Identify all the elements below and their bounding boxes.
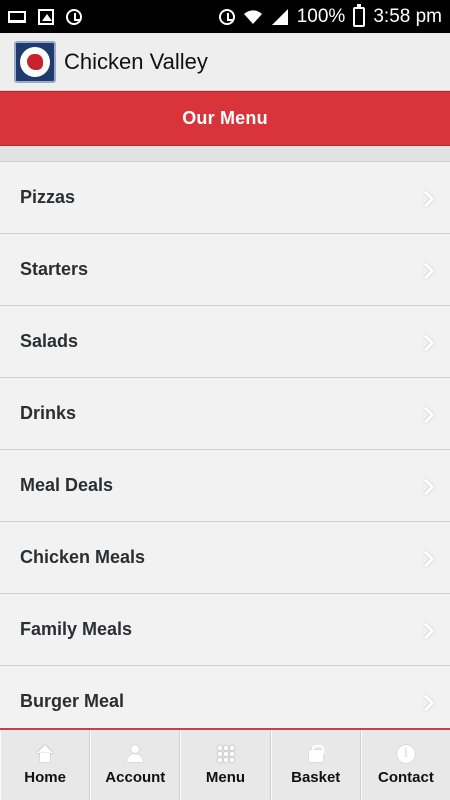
menu-category-list: Pizzas Starters Salads Drinks Meal Deals… [0, 162, 450, 728]
menu-item-label: Starters [20, 259, 89, 279]
chevron-right-icon [420, 405, 432, 423]
chevron-right-icon [420, 261, 432, 279]
page-header: Our Menu [0, 91, 450, 146]
clock: 3:58 pm [373, 5, 442, 27]
wifi-icon [243, 9, 262, 24]
app-logo [14, 40, 56, 83]
status-bar: 100% 3:58 pm [0, 0, 450, 33]
chevron-right-icon [420, 333, 432, 351]
signal-icon [271, 8, 288, 25]
nav-label: Account [105, 768, 166, 786]
menu-item-label: Chicken Meals [20, 547, 146, 567]
chevron-right-icon [420, 477, 432, 495]
menu-item-label: Family Meals [20, 619, 133, 639]
menu-item-label: Pizzas [20, 187, 76, 207]
chevron-right-icon [420, 621, 432, 639]
divider [0, 146, 450, 162]
home-icon [36, 745, 54, 763]
laptop-icon [8, 10, 26, 23]
menu-item-label: Salads [20, 331, 79, 351]
menu-item-salads[interactable]: Salads [0, 306, 450, 378]
page-title: Our Menu [182, 108, 268, 128]
menu-item-burger-meal[interactable]: Burger Meal [0, 666, 450, 728]
nav-basket[interactable]: Basket [270, 730, 361, 800]
chevron-right-icon [420, 693, 432, 711]
menu-item-meal-deals[interactable]: Meal Deals [0, 450, 450, 522]
chevron-right-icon [420, 189, 432, 207]
chevron-right-icon [420, 549, 432, 567]
battery-icon [353, 3, 366, 27]
menu-item-pizzas[interactable]: Pizzas [0, 162, 450, 234]
menu-item-label: Meal Deals [20, 475, 114, 495]
user-icon [126, 744, 144, 763]
basket-icon [307, 744, 325, 763]
alarm-icon [66, 8, 82, 25]
app-title: Chicken Valley [64, 48, 208, 74]
app-bar: Chicken Valley [0, 33, 450, 91]
nav-account[interactable]: Account [90, 730, 181, 800]
bottom-nav: Home Account Menu Basket Contact [0, 728, 450, 800]
menu-item-label: Burger Meal [20, 691, 125, 711]
nav-home[interactable]: Home [0, 730, 91, 800]
info-icon [396, 744, 415, 763]
menu-item-starters[interactable]: Starters [0, 234, 450, 306]
alarm-icon [218, 8, 235, 25]
nav-label: Menu [205, 768, 246, 786]
battery-percent: 100% [296, 5, 346, 27]
nav-label: Basket [291, 768, 341, 786]
nav-label: Home [24, 768, 66, 786]
grid-icon [216, 744, 235, 763]
image-icon [38, 8, 54, 25]
menu-item-chicken-meals[interactable]: Chicken Meals [0, 522, 450, 594]
menu-item-drinks[interactable]: Drinks [0, 378, 450, 450]
menu-item-label: Drinks [20, 403, 77, 423]
menu-item-family-meals[interactable]: Family Meals [0, 594, 450, 666]
nav-menu[interactable]: Menu [180, 730, 271, 800]
nav-label: Contact [377, 768, 434, 786]
nav-contact[interactable]: Contact [360, 730, 450, 800]
app-screen: 100% 3:58 pm Chicken Valley Our Menu Piz… [0, 0, 450, 800]
